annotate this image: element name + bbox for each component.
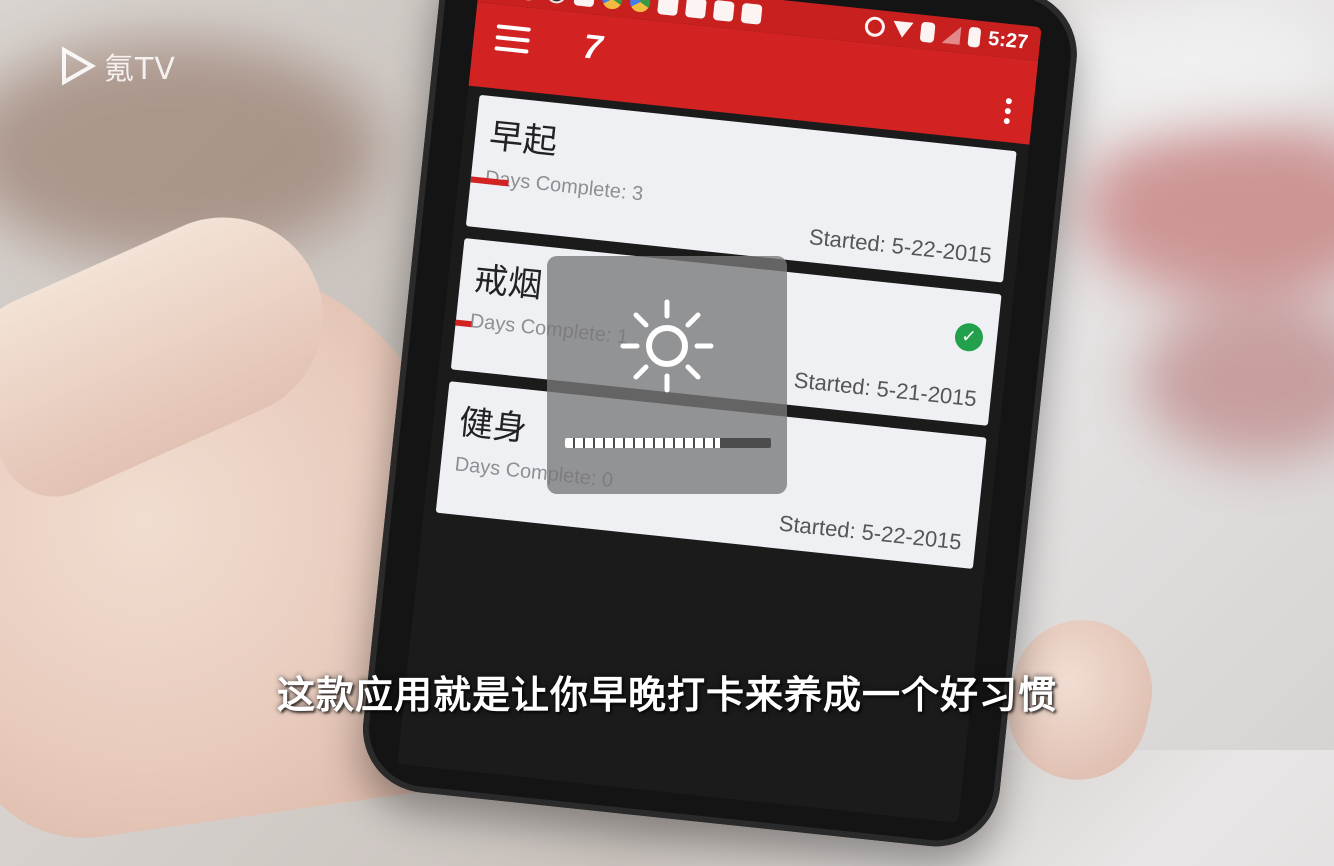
game-icon	[545, 0, 568, 5]
brightness-level	[565, 438, 720, 448]
square-icon	[740, 2, 763, 25]
wifi-icon	[891, 20, 914, 39]
lock-icon	[684, 0, 707, 19]
battery-icon	[967, 26, 982, 48]
more-vert-icon[interactable]	[1003, 97, 1014, 129]
square-icon	[712, 0, 735, 22]
status-time: 5:27	[987, 27, 1030, 54]
qr-icon	[657, 0, 680, 17]
signal-icon	[941, 24, 962, 45]
game-icon	[517, 0, 540, 2]
brightness-slider[interactable]	[565, 438, 771, 448]
habit-progress	[455, 319, 473, 328]
menu-icon[interactable]	[494, 24, 531, 54]
video-subtitle: 这款应用就是让你早晚打卡来养成一个好习惯	[276, 673, 1057, 717]
brightness-icon	[620, 299, 714, 393]
play-logo-icon	[62, 46, 97, 86]
chrome-icon	[601, 0, 624, 11]
block-icon	[863, 15, 886, 38]
watermark-text: 氪TV	[104, 52, 176, 87]
messenger-icon	[573, 0, 596, 8]
chrome-icon	[629, 0, 652, 14]
watermark: 氪TV	[58, 44, 176, 88]
battery-saver-icon	[919, 21, 936, 43]
app-logo: 7	[581, 27, 605, 68]
brightness-hud	[547, 256, 787, 494]
